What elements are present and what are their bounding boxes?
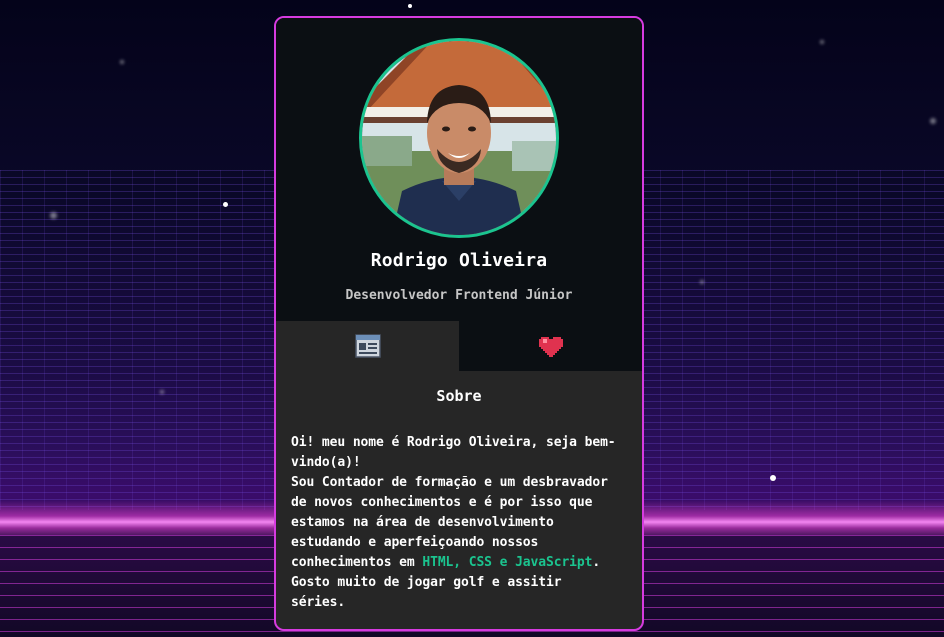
- profile-header: Rodrigo Oliveira Desenvolvedor Frontend …: [276, 18, 642, 321]
- profile-name: Rodrigo Oliveira: [370, 250, 548, 271]
- about-intro: Oi! meu nome é Rodrigo Oliveira, seja be…: [291, 435, 616, 470]
- about-text: Oi! meu nome é Rodrigo Oliveira, seja be…: [291, 433, 621, 613]
- tab-favorites[interactable]: [459, 321, 642, 371]
- profile-tabs: [276, 321, 642, 371]
- star: [820, 40, 824, 44]
- star: [930, 118, 936, 124]
- profile-card: Rodrigo Oliveira Desenvolvedor Frontend …: [274, 16, 644, 631]
- profile-role: Desenvolvedor Frontend Júnior: [345, 288, 573, 303]
- star: [408, 4, 412, 8]
- star: [700, 280, 704, 284]
- star: [223, 202, 228, 207]
- tab-about[interactable]: [276, 321, 459, 371]
- avatar: [359, 38, 559, 238]
- star: [120, 60, 124, 64]
- star: [770, 475, 776, 481]
- heart-icon: [538, 337, 563, 357]
- about-document-icon: [354, 334, 381, 358]
- avatar-photo: [362, 41, 556, 235]
- skills-highlight: HTML, CSS e JavaScript: [422, 555, 593, 570]
- section-title-about: Sobre: [436, 387, 482, 405]
- star: [160, 390, 164, 394]
- star: [50, 212, 57, 219]
